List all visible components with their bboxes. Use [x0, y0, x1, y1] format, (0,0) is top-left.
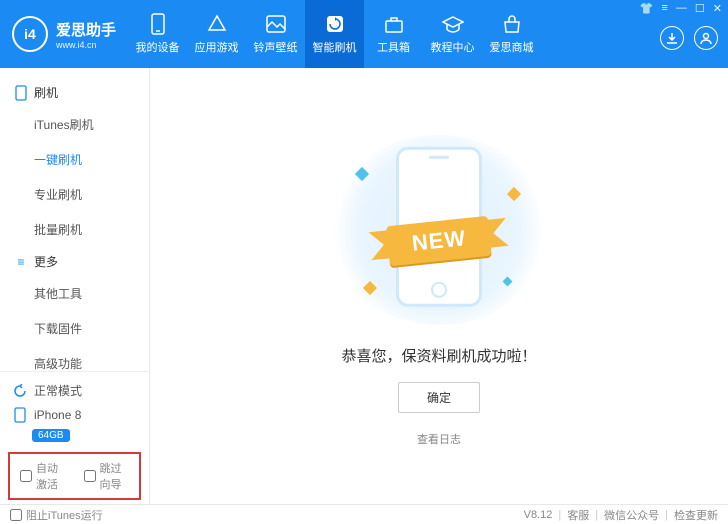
window-controls: 👕 ≡ — ☐ ✕ — [640, 2, 722, 15]
nav-store[interactable]: 爱思商城 — [482, 0, 541, 68]
more-items: 其他工具 下载固件 高级功能 — [0, 276, 149, 371]
phone-icon — [12, 407, 28, 423]
refresh-icon — [324, 13, 346, 35]
block-itunes-checkbox[interactable]: 阻止iTunes运行 — [10, 507, 103, 523]
phone-icon — [147, 13, 169, 35]
nav-toolbox[interactable]: 工具箱 — [364, 0, 423, 68]
sidebar-item-advanced[interactable]: 高级功能 — [34, 346, 149, 371]
sidebar-item-batch-flash[interactable]: 批量刷机 — [34, 212, 149, 247]
header-right — [660, 26, 718, 50]
device-row[interactable]: iPhone 8 — [12, 403, 137, 427]
body: 刷机 iTunes刷机 一键刷机 专业刷机 批量刷机 ≡ 更多 其他工具 下载固… — [0, 68, 728, 504]
picture-icon — [265, 13, 287, 35]
view-log-link[interactable]: 查看日志 — [417, 431, 461, 447]
maximize-icon[interactable]: ☐ — [695, 2, 705, 15]
sidebar-group-flash: 刷机 — [0, 78, 149, 107]
toolbox-icon — [383, 13, 405, 35]
download-button[interactable] — [660, 26, 684, 50]
sidebar-item-oneclick-flash[interactable]: 一键刷机 — [34, 142, 149, 177]
sidebar-item-download-firmware[interactable]: 下载固件 — [34, 311, 149, 346]
footer-right: V8.12 | 客服 | 微信公众号 | 检查更新 — [524, 507, 718, 523]
logo-area: i4 爱思助手 www.i4.cn — [0, 16, 128, 52]
nav-flash[interactable]: 智能刷机 — [305, 0, 364, 68]
minimize-icon[interactable]: — — [676, 2, 687, 15]
version-label: V8.12 — [524, 509, 553, 521]
ok-button[interactable]: 确定 — [398, 382, 480, 413]
sidebar-item-other-tools[interactable]: 其他工具 — [34, 276, 149, 311]
footer-link-update[interactable]: 检查更新 — [674, 507, 718, 523]
logo-text: 爱思助手 www.i4.cn — [56, 19, 116, 50]
nav-my-device[interactable]: 我的设备 — [128, 0, 187, 68]
sidebar-group-more: ≡ 更多 — [0, 247, 149, 276]
footer-link-support[interactable]: 客服 — [567, 507, 589, 523]
header-bar: i4 爱思助手 www.i4.cn 我的设备 应用游戏 铃声壁纸 智能刷机 工具… — [0, 0, 728, 68]
app-subtitle: www.i4.cn — [56, 40, 116, 50]
sidebar-item-itunes-flash[interactable]: iTunes刷机 — [34, 107, 149, 142]
sidebar-scroll: 刷机 iTunes刷机 一键刷机 专业刷机 批量刷机 ≡ 更多 其他工具 下载固… — [0, 68, 149, 371]
nav-ringtones[interactable]: 铃声壁纸 — [246, 0, 305, 68]
flash-items: iTunes刷机 一键刷机 专业刷机 批量刷机 — [0, 107, 149, 247]
device-status: 正常模式 iPhone 8 64GB — [0, 371, 149, 448]
mode-row[interactable]: 正常模式 — [12, 378, 137, 403]
sidebar: 刷机 iTunes刷机 一键刷机 专业刷机 批量刷机 ≡ 更多 其他工具 下载固… — [0, 68, 150, 504]
footer-left: 阻止iTunes运行 — [10, 507, 103, 523]
graduation-icon — [442, 13, 464, 35]
refresh-icon — [12, 383, 28, 399]
logo-icon: i4 — [12, 16, 48, 52]
store-icon — [501, 13, 523, 35]
apps-icon — [206, 13, 228, 35]
menu-icon: ≡ — [14, 255, 28, 269]
success-illustration: NEW — [329, 135, 549, 325]
nav-bar: 我的设备 应用游戏 铃声壁纸 智能刷机 工具箱 教程中心 爱思商城 — [128, 0, 541, 68]
storage-badge: 64GB — [32, 429, 70, 442]
main-content: NEW 恭喜您，保资料刷机成功啦！ 确定 查看日志 — [150, 68, 728, 504]
close-icon[interactable]: ✕ — [713, 2, 722, 15]
footer-bar: 阻止iTunes运行 V8.12 | 客服 | 微信公众号 | 检查更新 — [0, 504, 728, 524]
menu-icon[interactable]: ≡ — [661, 2, 667, 15]
user-button[interactable] — [694, 26, 718, 50]
nav-tutorials[interactable]: 教程中心 — [423, 0, 482, 68]
nav-apps[interactable]: 应用游戏 — [187, 0, 246, 68]
options-box: 自动激活 跳过向导 — [8, 452, 141, 500]
success-message: 恭喜您，保资料刷机成功啦！ — [341, 345, 536, 366]
app-title: 爱思助手 — [56, 19, 116, 40]
phone-icon — [14, 86, 28, 100]
skin-icon[interactable]: 👕 — [640, 2, 654, 15]
sidebar-item-pro-flash[interactable]: 专业刷机 — [34, 177, 149, 212]
skip-guide-checkbox[interactable]: 跳过向导 — [84, 460, 130, 492]
auto-activate-checkbox[interactable]: 自动激活 — [20, 460, 66, 492]
footer-link-wechat[interactable]: 微信公众号 — [604, 507, 659, 523]
